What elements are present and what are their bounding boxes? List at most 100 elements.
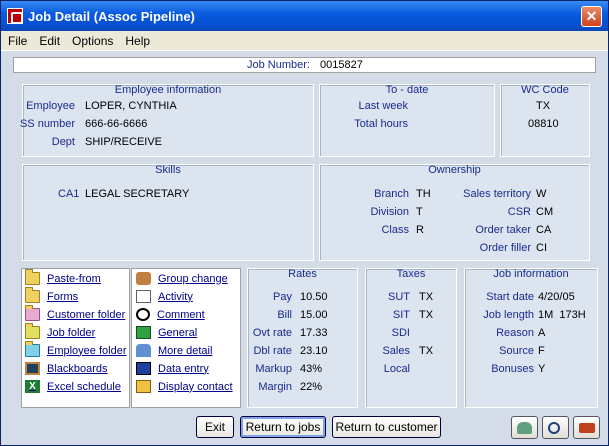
- order-taker-value: CA: [536, 224, 552, 236]
- toolbar-button-1[interactable]: [511, 416, 538, 439]
- bonuses-value: Y: [538, 363, 546, 375]
- excel-icon: X: [25, 380, 40, 393]
- job-length-label: Job length: [483, 309, 534, 321]
- contact-icon: [136, 380, 151, 393]
- margin-value: 22%: [300, 381, 323, 393]
- link-job-folder[interactable]: Job folder: [25, 323, 95, 339]
- taxes-panel: Taxes SUT TX SIT TX SDI Sales TX Local: [365, 268, 457, 408]
- folder-icon: [25, 269, 40, 285]
- to-date-panel-title: To - date: [385, 84, 429, 96]
- bill-value: 15.00: [300, 309, 328, 321]
- taxes-panel-title: Taxes: [396, 268, 426, 280]
- margin-label: Margin: [258, 381, 292, 393]
- markup-value: 43%: [300, 363, 323, 375]
- app-icon: [7, 8, 23, 24]
- sit-value: TX: [419, 309, 434, 321]
- employee-name: LOPER, CYNTHIA: [85, 100, 177, 112]
- ownership-panel: Ownership Branch TH Division T Class R S…: [319, 164, 590, 261]
- dept-value: SHIP/RECEIVE: [85, 136, 163, 148]
- tools-icon: [579, 423, 595, 433]
- menu-options[interactable]: Options: [65, 31, 118, 48]
- return-to-jobs-button[interactable]: Return to jobs: [240, 416, 326, 438]
- rates-panel: Rates Pay 10.50 Bill 15.00 Ovt rate 17.3…: [247, 268, 358, 408]
- division-label: Division: [370, 206, 409, 218]
- job-info-panel: Job information Start date 4/20/05 Job l…: [464, 268, 598, 408]
- dbl-rate-label: Dbl rate: [253, 345, 292, 357]
- job-detail-window: Job Detail (Assoc Pipeline) ✕ File Edit Op…: [0, 0, 609, 446]
- folder-icon: [25, 305, 40, 321]
- wc-state: TX: [536, 100, 551, 112]
- link-excel-schedule[interactable]: X Excel schedule: [25, 380, 121, 393]
- sut-value: TX: [419, 291, 434, 303]
- branch-label: Branch: [374, 188, 409, 200]
- close-button[interactable]: ✕: [581, 6, 602, 27]
- link-general[interactable]: General: [136, 326, 197, 339]
- bonuses-label: Bonuses: [491, 363, 534, 375]
- toolbar-button-3[interactable]: [573, 416, 600, 439]
- link-more-detail[interactable]: More detail: [136, 344, 212, 357]
- ownership-panel-title: Ownership: [428, 164, 481, 176]
- class-label: Class: [381, 224, 409, 236]
- search-icon: [548, 422, 560, 434]
- exit-button[interactable]: Exit: [196, 416, 234, 438]
- job-number-label: Job Number:: [247, 59, 310, 71]
- link-forms[interactable]: Forms: [25, 287, 78, 303]
- job-number-value: 0015827: [320, 59, 363, 71]
- order-filler-value: CI: [536, 242, 547, 254]
- links-panel-left: Paste-from Forms Customer folder Job fol…: [21, 268, 130, 408]
- menu-bar: File Edit Options Help: [1, 31, 608, 51]
- employee-label: Employee: [26, 100, 75, 112]
- ssn-value: 666-66-6666: [85, 118, 148, 130]
- link-employee-folder[interactable]: Employee folder: [25, 341, 127, 357]
- title-bar: Job Detail (Assoc Pipeline) ✕: [1, 1, 608, 31]
- link-display-contact[interactable]: Display contact: [136, 380, 233, 393]
- general-icon: [136, 326, 151, 339]
- folder-icon: [25, 341, 40, 357]
- link-data-entry[interactable]: Data entry: [136, 362, 209, 375]
- return-to-customer-button[interactable]: Return to customer: [332, 416, 441, 438]
- detail-icon: [136, 344, 151, 357]
- source-value: F: [538, 345, 545, 357]
- links-panel-right: Group change Activity Comment General Mo…: [131, 268, 241, 408]
- sit-label: SIT: [392, 309, 410, 321]
- menu-edit[interactable]: Edit: [32, 31, 65, 48]
- wc-code-panel: WC Code TX 08810: [500, 84, 590, 157]
- job-length-value: 1M 173H: [538, 309, 586, 321]
- rates-panel-title: Rates: [288, 268, 317, 280]
- pay-value: 10.50: [300, 291, 328, 303]
- link-comment[interactable]: Comment: [136, 308, 205, 321]
- wc-code-value: 08810: [528, 118, 559, 130]
- menu-help[interactable]: Help: [118, 31, 155, 48]
- csr-label: CSR: [507, 206, 531, 218]
- branch-value: TH: [416, 188, 431, 200]
- markup-label: Markup: [255, 363, 292, 375]
- dept-label: Dept: [51, 136, 75, 148]
- employee-panel: Employee information Employee LOPER, CYN…: [20, 84, 314, 157]
- pay-label: Pay: [273, 291, 292, 303]
- total-hours-label: Total hours: [354, 118, 408, 130]
- folder-icon: [25, 323, 40, 339]
- link-customer-folder[interactable]: Customer folder: [25, 305, 125, 321]
- link-paste-from[interactable]: Paste-from: [25, 269, 101, 285]
- class-value: R: [416, 224, 424, 236]
- link-activity[interactable]: Activity: [136, 290, 193, 303]
- link-blackboards[interactable]: Blackboards: [25, 362, 108, 375]
- sales-tax-label: Sales: [382, 345, 410, 357]
- skills-panel-title: Skills: [155, 164, 181, 176]
- order-filler-label: Order filler: [479, 242, 531, 254]
- reason-value: A: [538, 327, 546, 339]
- link-group-change[interactable]: Group change: [136, 272, 228, 285]
- dbl-rate-value: 23.10: [300, 345, 328, 357]
- ovt-rate-label: Ovt rate: [252, 327, 292, 339]
- skills-panel: Skills CA1 LEGAL SECRETARY: [22, 164, 314, 261]
- job-info-panel-title: Job information: [493, 268, 569, 280]
- data-entry-icon: [136, 362, 151, 375]
- skill-description: LEGAL SECRETARY: [85, 188, 190, 200]
- sdi-label: SDI: [391, 327, 410, 339]
- toolbar-button-2[interactable]: [542, 416, 569, 439]
- people-search-icon: [517, 422, 532, 434]
- skill-code: CA1: [58, 188, 80, 200]
- reason-label: Reason: [496, 327, 534, 339]
- wc-code-panel-title: WC Code: [521, 84, 569, 96]
- menu-file[interactable]: File: [1, 31, 32, 48]
